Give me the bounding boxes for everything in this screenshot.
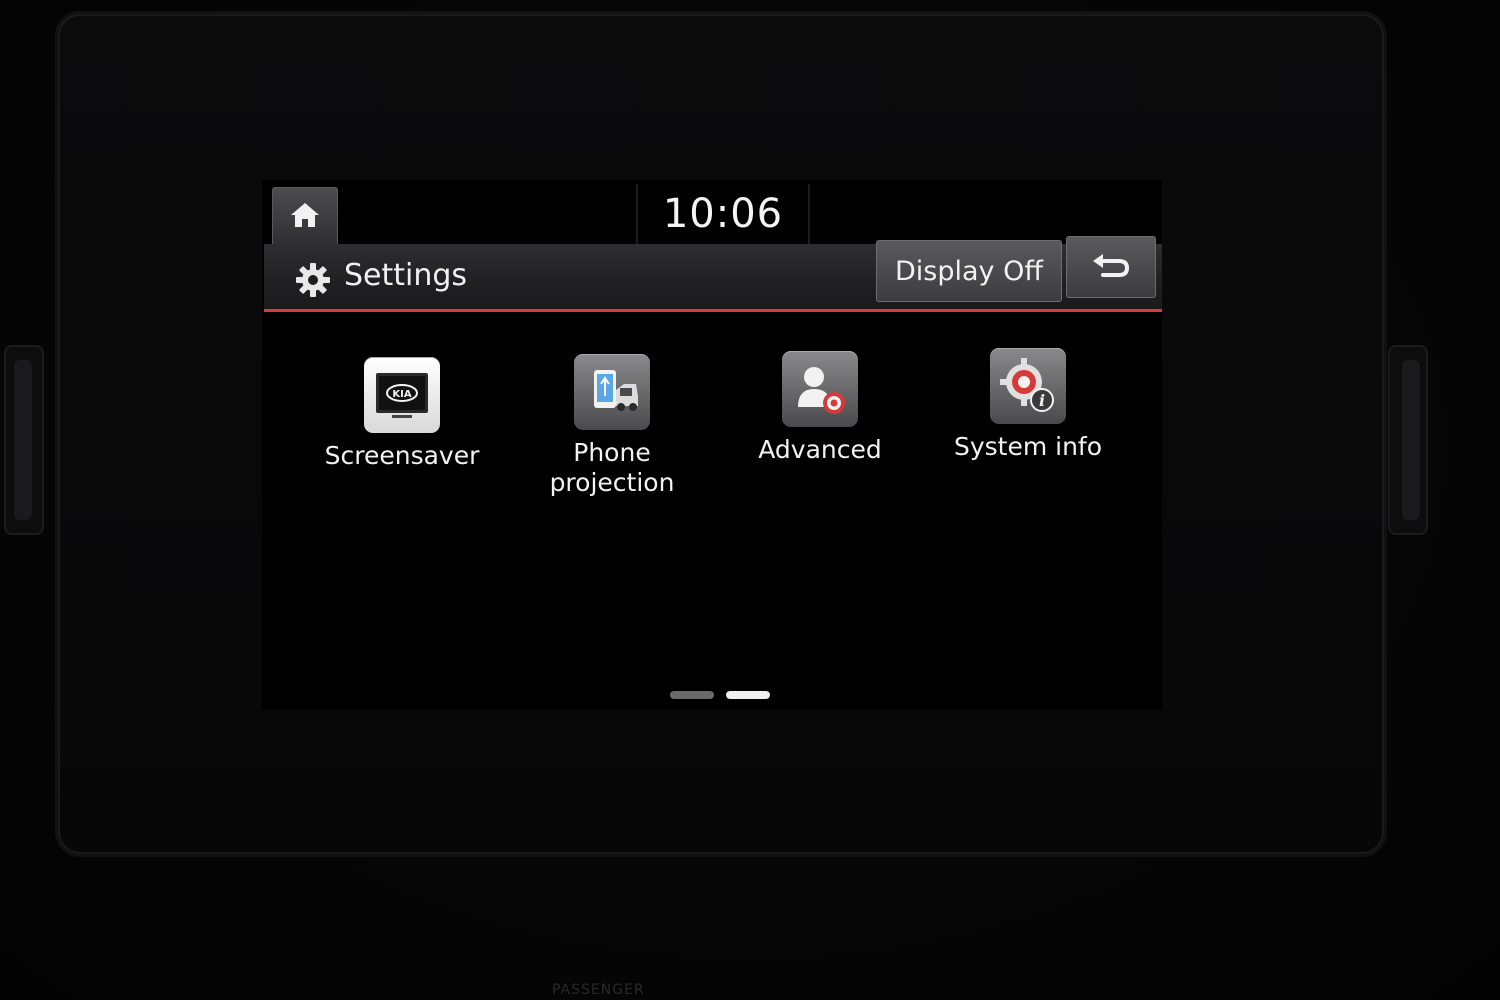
page-dot-1[interactable] [670,691,714,699]
left-vent-knob [14,360,32,520]
settings-gear-icon [294,261,332,299]
svg-text:i: i [1039,391,1045,410]
advanced-user-gear-icon [782,351,858,427]
status-bar: 10:06 [262,180,1162,245]
settings-menu-grid: KIA Screensaver Phone projection Advance… [262,345,1162,545]
clock-area: 10:06 [636,184,810,244]
page-title: Settings [344,258,468,293]
page-dot-2[interactable] [726,691,770,699]
dashboard-bezel: 10:06 Settings Display Off KIA Screensav… [0,0,1500,1000]
right-vent-knob [1402,360,1420,520]
phone-projection-tile[interactable]: Phone projection [512,354,712,524]
passenger-label: PASSENGER [552,982,645,998]
display-off-button[interactable]: Display Off [876,240,1062,302]
screensaver-tile[interactable]: KIA Screensaver [302,357,502,527]
system-info-tile[interactable]: i System info [928,348,1128,518]
clock: 10:06 [662,191,784,237]
tile-label-advanced: Advanced [758,435,882,464]
home-button[interactable] [272,187,338,245]
title-bar: Settings Display Off [264,236,1162,312]
advanced-tile[interactable]: Advanced [720,351,920,521]
home-icon [288,198,322,236]
tile-label-system-info: System info [953,432,1103,461]
system-info-icon: i [990,348,1066,424]
svg-text:KIA: KIA [392,389,411,400]
tile-label-screensaver: Screensaver [324,441,480,470]
phone-projection-icon [574,354,650,430]
back-arrow-icon [1089,248,1133,286]
back-button[interactable] [1066,236,1156,298]
page-indicator [670,691,780,701]
infotainment-screen: 10:06 Settings Display Off KIA Screensav… [262,180,1162,710]
tile-label-phone-projection: Phone projection [549,438,675,497]
kia-screensaver-icon: KIA [364,357,440,433]
